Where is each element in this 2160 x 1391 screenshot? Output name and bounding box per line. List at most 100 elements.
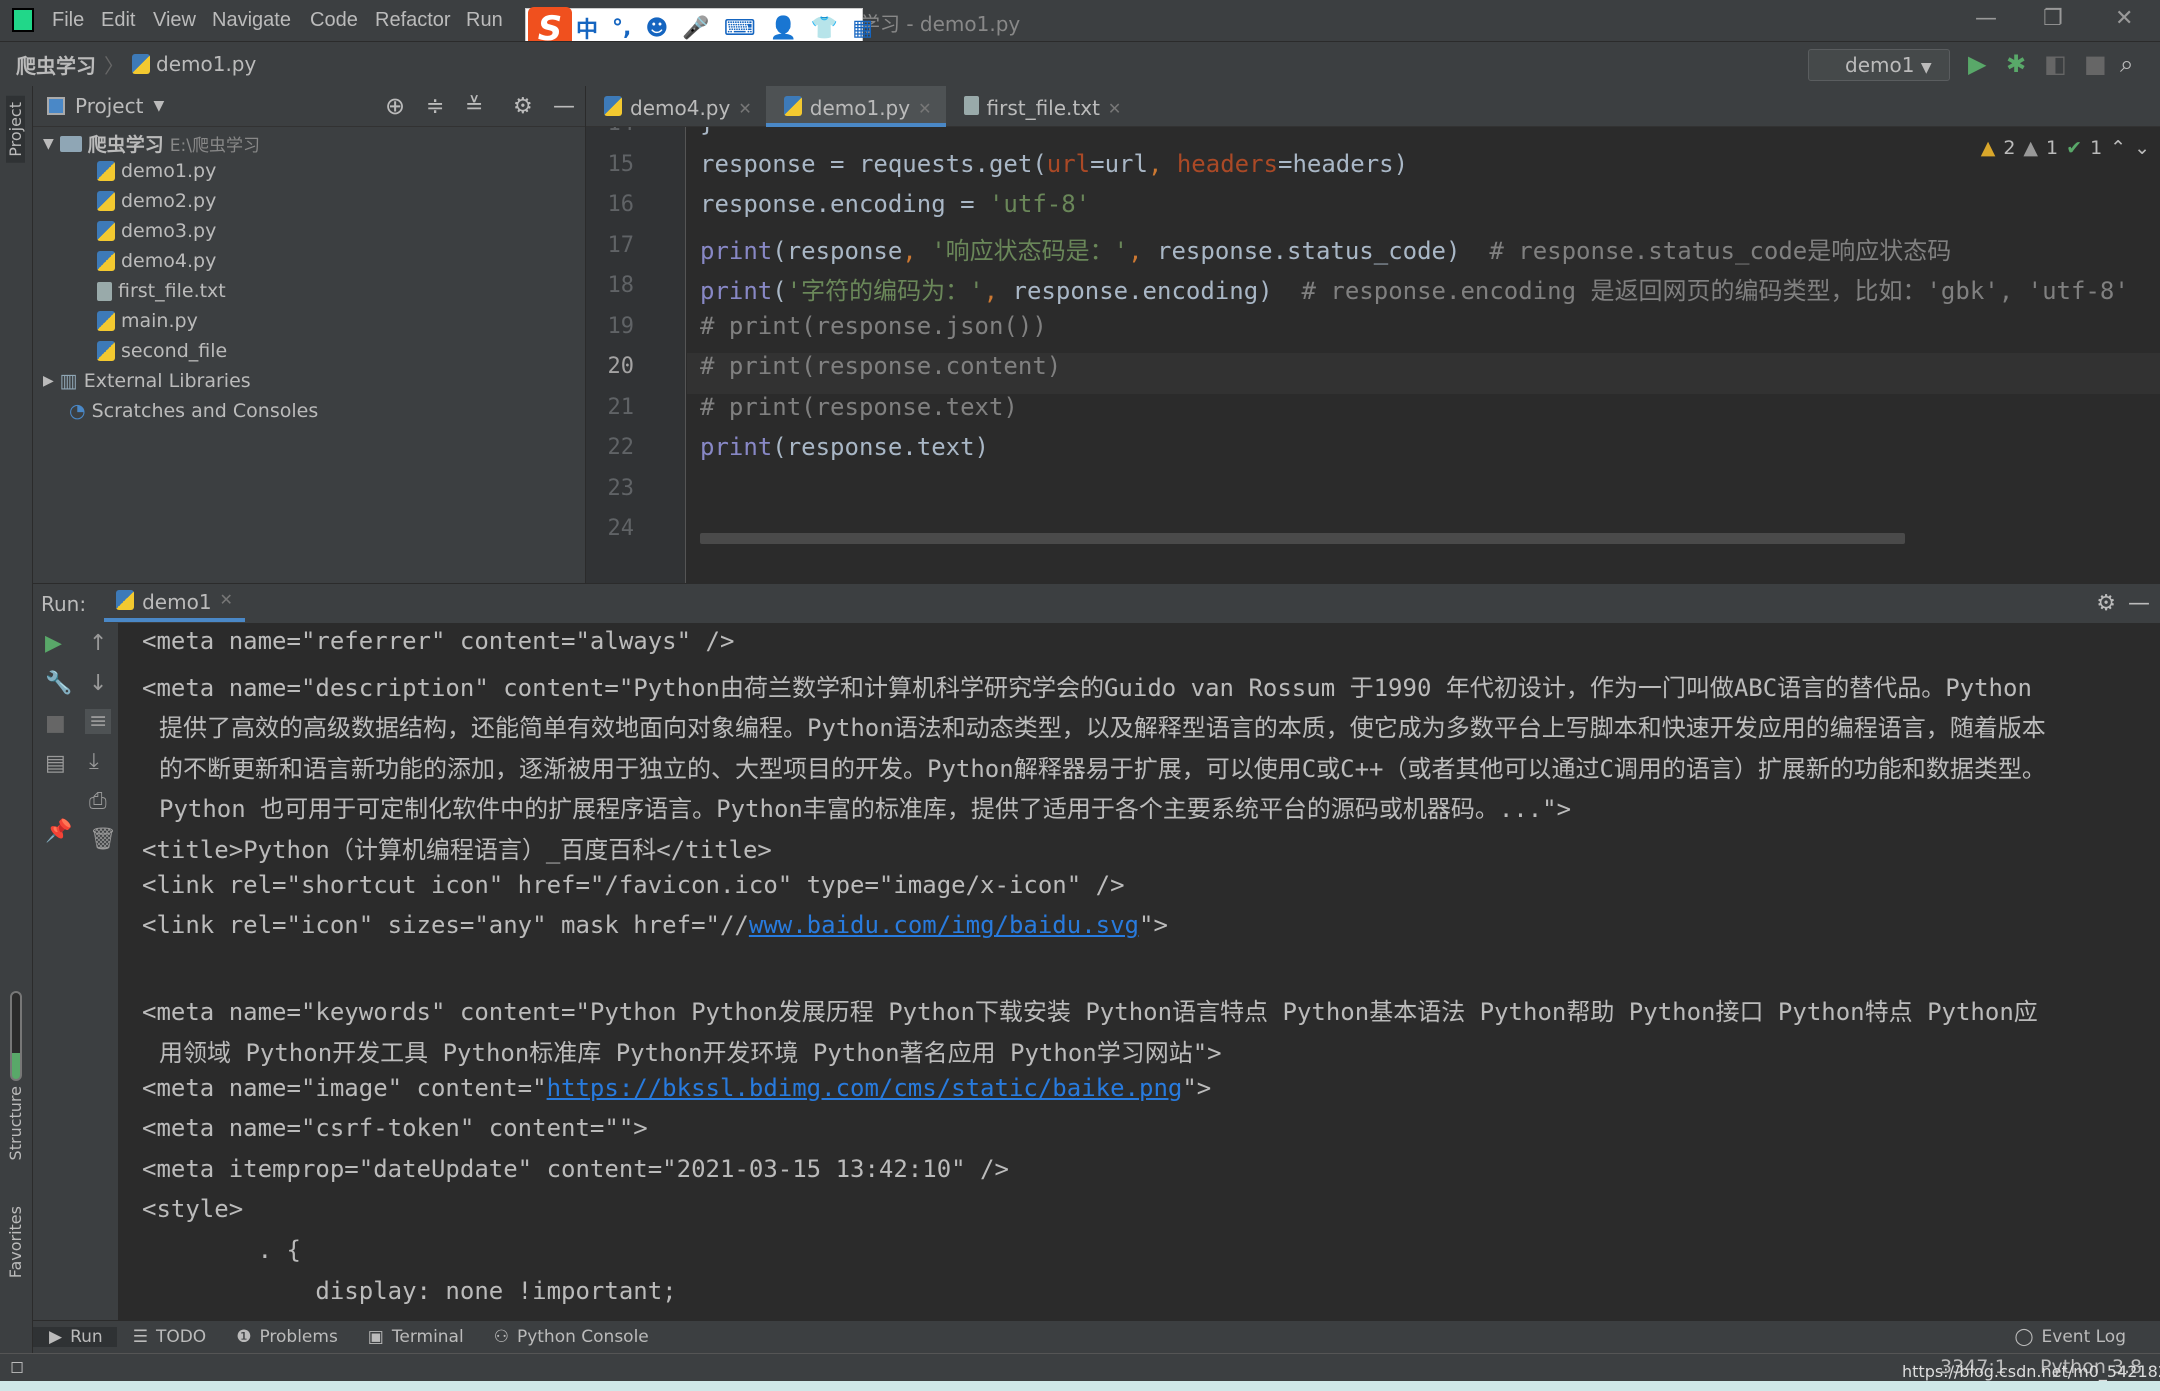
ime-keyboard-icon[interactable]: ⌨ [724,16,756,41]
line-gutter: 14 15 16 17 18 19 20 21 22 23 24 [586,127,686,583]
structure-tool-tab[interactable]: Structure [6,1086,25,1160]
trash-icon[interactable]: 🗑 [89,827,117,852]
close-icon[interactable]: ✕ [220,590,233,614]
close-icon[interactable]: ✕ [1108,99,1121,118]
ime-user-icon[interactable]: 👤 [769,16,796,41]
wrench-icon[interactable]: 🔧 [45,671,72,696]
locate-icon[interactable]: ⊕ [385,92,405,120]
tree-external-libraries[interactable]: ▶ ▥ External Libraries [43,370,251,392]
toolwindow-terminal[interactable]: ▣ Terminal [352,1327,478,1347]
debug-icon[interactable]: ✱ [2006,50,2026,78]
ime-skin-icon[interactable]: 👕 [811,16,838,41]
file-name: first_file.txt [118,280,226,302]
menu-run[interactable]: Run [466,9,503,32]
horizontal-scrollbar[interactable] [700,533,1905,544]
menu-view[interactable]: View [153,9,196,32]
tab-demo1-py[interactable]: demo1.py ✕ [765,86,946,127]
ime-voice-icon[interactable]: 🎤 [682,16,709,41]
tree-file[interactable]: demo3.py [97,220,216,242]
warning-icon: ▲ [1980,137,1996,159]
stop-icon[interactable]: ■ [45,711,66,736]
menu-code[interactable]: Code [310,9,358,32]
close-icon[interactable]: ✕ [738,99,751,118]
close-icon[interactable]: ✕ [918,99,931,118]
chevron-down-icon[interactable]: ▼ [153,98,164,114]
tree-scratches[interactable]: ◔ Scratches and Consoles [69,400,318,422]
next-highlight-icon[interactable]: ⌄ [2134,137,2150,159]
terminal-label: Terminal [391,1327,464,1347]
favorites-tool-tab[interactable]: Favorites [6,1206,25,1278]
layout-icon[interactable]: ▤ [45,751,66,776]
toggle-tool-windows-icon[interactable]: ◻ [10,1357,24,1377]
run-tab-demo1[interactable]: demo1 ✕ [104,586,245,622]
code-editor[interactable]: 1415161718192021222324 }response = reque… [586,127,2160,583]
python-file-icon [97,311,115,331]
toolwindow-problems[interactable]: ❶ Problems [220,1327,352,1347]
inspection-widget[interactable]: ▲ 2 ▲ 1 ✔ 1 ⌃ ⌄ [1981,137,2150,159]
scroll-to-end-icon[interactable]: ⤓ [89,749,99,774]
collapse-all-icon[interactable]: ≚ [465,94,483,119]
ime-toolbox-icon[interactable]: ▦ [852,16,873,41]
info-icon: ❶ [236,1327,252,1347]
file-name: demo1.py [121,160,217,182]
breadcrumb-project[interactable]: 爬虫学习 [16,50,96,79]
tree-file[interactable]: first_file.txt [97,280,226,302]
breadcrumb-file[interactable]: demo1.py [156,52,256,76]
tree-file[interactable]: main.py [97,310,198,332]
tree-file[interactable]: demo2.py [97,190,216,212]
gear-icon[interactable]: ⚙ [513,94,533,119]
tree-file[interactable]: demo1.py [97,160,216,182]
down-icon[interactable]: ↓ [89,671,107,696]
event-log-button[interactable]: ◯ Event Log [1999,1327,2141,1347]
menu-refactor[interactable]: Refactor [375,9,451,32]
stop-icon[interactable]: ■ [2084,50,2107,78]
hide-icon[interactable]: — [553,94,575,119]
python-icon: ⚇ [493,1327,509,1347]
weak-warning-count: 1 [2046,137,2059,159]
run-icon[interactable]: ▶ [1968,50,1986,78]
toolwindow-python-console[interactable]: ⚇ Python Console [478,1327,663,1347]
coverage-icon[interactable]: ◧ [2044,50,2067,78]
print-icon[interactable]: ⎙ [89,789,107,814]
file-name: demo2.py [121,190,217,212]
soft-wrap-icon[interactable]: ≡ [85,709,112,734]
menu-edit[interactable]: Edit [101,9,135,32]
python-file-icon [97,221,115,241]
tree-file[interactable]: second_file [97,340,227,362]
rerun-icon[interactable]: ▶ [45,631,62,656]
tab-demo4-py[interactable]: demo4.py ✕ [586,86,766,127]
minimize-button[interactable]: — [1975,6,1997,31]
restore-button[interactable]: ❐ [2043,6,2063,31]
console-link[interactable]: https://bkssl.bdimg.com/cms/static/baike… [547,1074,1183,1102]
hide-icon[interactable]: — [2128,591,2150,616]
menu-navigate[interactable]: Navigate [212,9,291,32]
tab-first_file-txt[interactable]: first_file.txt ✕ [946,86,1136,127]
project-tool-tab[interactable]: Project [6,96,25,163]
search-icon[interactable]: ⌕ [2120,50,2133,78]
python-file-icon [97,161,115,181]
file-icon [783,96,802,116]
run-console-output[interactable]: <meta name="referrer" content="always" /… [119,623,2160,1320]
ime-punctuation-icon[interactable]: °, [612,16,631,41]
code-line: # print(response.content) [700,352,1062,380]
toolwindow-run[interactable]: ▶ Run [33,1327,117,1347]
ime-chinese-mode[interactable]: 中 [576,12,598,44]
up-icon[interactable]: ↑ [89,631,107,656]
tree-file[interactable]: demo4.py [97,250,216,272]
ime-emoji-icon[interactable]: ☻ [645,16,668,41]
gear-icon[interactable]: ⚙ [2096,591,2116,616]
root-name: 爬虫学习 [87,134,164,156]
expand-all-icon[interactable]: ≑ [426,94,444,119]
problems-label: Problems [259,1327,338,1347]
toolwindow-todo[interactable]: ☰ TODO [117,1327,221,1347]
run-panel-header: Run: demo1 ✕ ⚙ — [33,583,2160,623]
previous-highlight-icon[interactable]: ⌃ [2110,137,2126,159]
run-configuration-select[interactable]: demo1 ▼ [1808,49,1950,81]
menu-file[interactable]: File [52,9,84,32]
console-link[interactable]: www.baidu.com/img/baidu.svg [749,911,1139,939]
close-button[interactable]: ✕ [2115,6,2133,31]
pin-icon[interactable]: 📌 [45,819,72,844]
tree-root[interactable]: ▼ 爬虫学习 E:\爬虫学习 [43,130,260,157]
console-text: <meta itemprop="dateUpdate" content="202… [142,1154,1009,1183]
project-view-select[interactable]: Project [75,94,143,118]
